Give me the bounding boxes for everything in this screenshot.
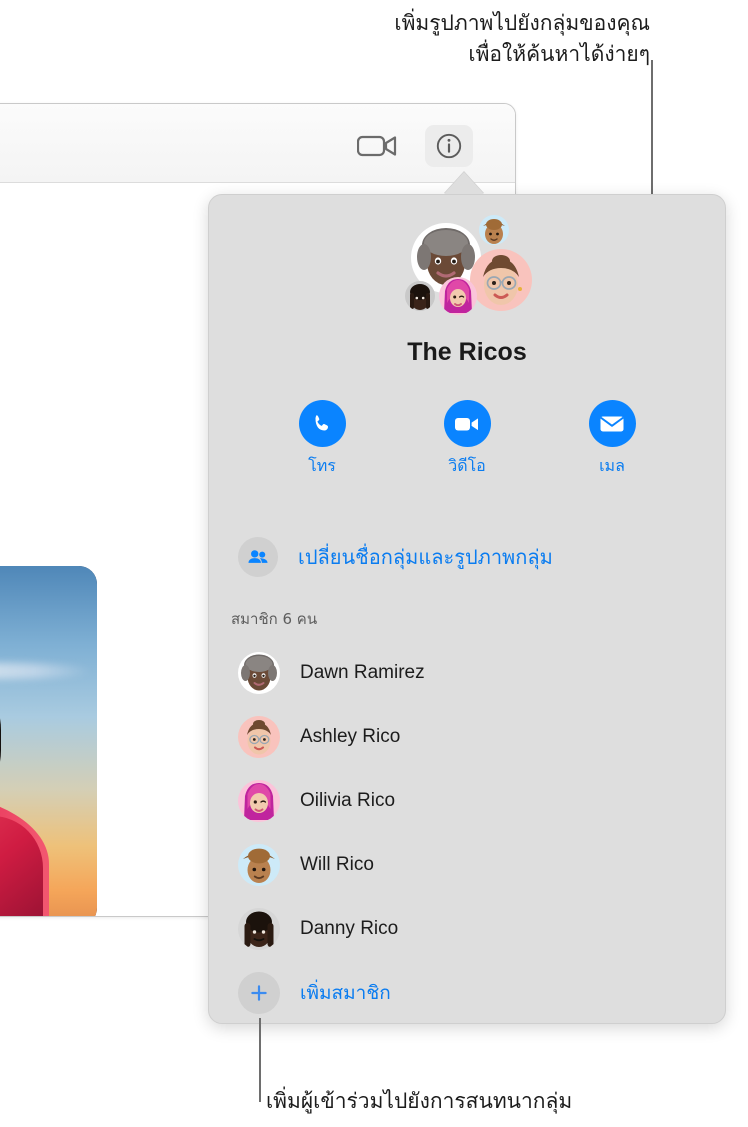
list-item[interactable]: Will Rico [238, 833, 715, 897]
cluster-avatar-will [479, 215, 509, 245]
mail-icon [588, 400, 636, 447]
video-action-label: วิดีโอ [448, 456, 486, 475]
call-action-label: โทร [308, 456, 336, 475]
window-toolbar [0, 104, 515, 183]
rename-group-label: เปลี่ยนชื่อกลุ่มและรูปภาพกลุ่ม [298, 545, 553, 569]
member-name: Danny Rico [300, 918, 399, 939]
avatar [238, 844, 280, 886]
photo-message-bubble[interactable] [0, 566, 97, 916]
list-item[interactable]: Oilivia Rico [238, 769, 715, 833]
avatar [238, 780, 280, 822]
phone-icon [298, 400, 346, 447]
screenshot-stage: เพิ่มรูปภาพไปยังกลุ่มของคุณ เพื่อให้ค้นห… [0, 0, 748, 1127]
avatar [238, 908, 280, 950]
cluster-avatar-ashley [470, 249, 532, 311]
avatar [238, 652, 280, 694]
member-name: Oilivia Rico [300, 790, 396, 811]
group-avatar-cluster[interactable] [405, 211, 535, 326]
list-item[interactable]: Ashley Rico [238, 705, 715, 769]
list-item[interactable]: Dawn Ramirez [238, 641, 715, 705]
video-camera-icon[interactable] [356, 132, 399, 160]
member-name: Will Rico [300, 854, 374, 875]
list-item[interactable]: Danny Rico [238, 897, 715, 961]
group-title: The Ricos [407, 338, 527, 366]
add-member-row[interactable]: เพิ่มสมาชิก [238, 961, 715, 1023]
mail-action-button[interactable]: เมล [557, 400, 667, 479]
info-circle-icon[interactable] [425, 125, 473, 167]
call-action-button[interactable]: โทร [267, 400, 377, 479]
two-people-icon [238, 537, 278, 577]
popover-arrow [444, 172, 484, 194]
callout-bottom-text: เพิ่มผู้เข้าร่วมไปยังการสนทนากลุ่ม [266, 1090, 573, 1113]
mail-action-label: เมล [599, 456, 625, 475]
members-count-label: สมาชิก 6 คน [231, 610, 318, 628]
members-list: Dawn Ramirez Ashley Rico Oilivia Rico Wi… [238, 641, 715, 1023]
cluster-avatar-danny [405, 281, 435, 311]
plus-icon [238, 972, 280, 1014]
member-name: Dawn Ramirez [300, 662, 425, 683]
rename-group-row[interactable]: เปลี่ยนชื่อกลุ่มและรูปภาพกลุ่ม [238, 537, 553, 577]
quick-actions: โทร วิดีโอ เมล [267, 400, 667, 479]
avatar [238, 716, 280, 758]
member-name: Ashley Rico [300, 726, 401, 747]
group-details-popover: The Ricos โทร วิดีโอ เมล เปลี่ยนชื่อกลุ่… [208, 194, 726, 1024]
add-member-label: เพิ่มสมาชิก [300, 982, 391, 1004]
video-icon [443, 400, 491, 447]
callout-top-text: เพิ่มรูปภาพไปยังกลุ่มของคุณ เพื่อให้ค้นห… [394, 12, 650, 66]
cluster-avatar-olivia [439, 277, 477, 315]
callout-bottom-leader [259, 1018, 261, 1102]
video-action-button[interactable]: วิดีโอ [412, 400, 522, 479]
